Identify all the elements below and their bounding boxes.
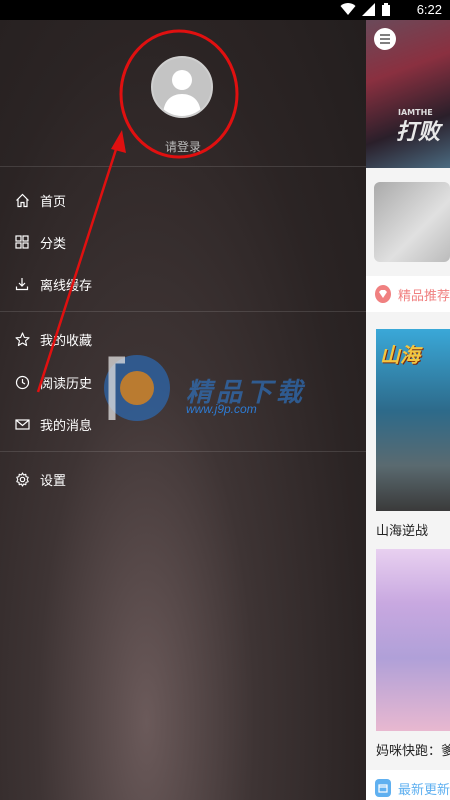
menu-item-settings[interactable]: 设置 (14, 467, 66, 491)
divider (0, 166, 366, 167)
menu-label: 离线缓存 (40, 278, 93, 294)
login-link[interactable]: 请登录 (0, 138, 366, 155)
battery-icon (382, 3, 390, 16)
clock: 6:22 (416, 2, 442, 17)
signal-icon (362, 3, 375, 16)
divider (0, 451, 366, 452)
menu-label: 我的消息 (40, 418, 93, 434)
menu-item-history[interactable]: 阅读历史 (14, 370, 92, 394)
mail-icon (14, 416, 30, 432)
menu-button[interactable] (374, 28, 396, 50)
comic-title[interactable]: 妈咪快跑：爹 (376, 740, 450, 759)
menu-label: 分类 (40, 236, 67, 252)
divider (0, 311, 366, 312)
menu-item-messages[interactable]: 我的消息 (14, 412, 92, 436)
watermark-url: www.j9p.com (186, 402, 257, 416)
menu-icon (380, 34, 390, 44)
menu-label: 首页 (40, 194, 67, 210)
section-title: 精品推荐 (397, 288, 450, 304)
grid-icon (14, 234, 30, 250)
menu-item-offline-cache[interactable]: 离线缓存 (14, 272, 92, 296)
comic-cover[interactable] (376, 549, 450, 731)
status-icons (340, 3, 390, 16)
status-bar: 6:22 (0, 0, 450, 20)
section-featured: 精品推荐 (366, 276, 450, 312)
main-content: IAMTHE 打败 精品推荐 山海 山海逆战 妈咪快跑：爹 最新更新 (366, 20, 450, 800)
watermark-logo-icon (95, 340, 185, 434)
wifi-icon (340, 3, 356, 16)
menu-item-home[interactable]: 首页 (14, 188, 66, 212)
gear-icon (14, 471, 30, 487)
banner-card[interactable] (374, 182, 450, 262)
clock-icon (14, 374, 30, 390)
banner-title: 打败 (396, 120, 441, 145)
menu-label: 设置 (40, 473, 67, 489)
menu-item-favorites[interactable]: 我的收藏 (14, 327, 92, 351)
user-silhouette-icon (163, 70, 201, 116)
section-title: 最新更新 (397, 782, 450, 798)
menu-label: 阅读历史 (40, 376, 93, 392)
comic-logo: 山海 (380, 343, 420, 367)
menu-label: 我的收藏 (40, 333, 93, 349)
menu-item-category[interactable]: 分类 (14, 230, 66, 254)
section-latest: 最新更新 (366, 770, 450, 800)
star-icon (14, 331, 30, 347)
comic-cover[interactable]: 山海 (376, 329, 450, 511)
calendar-icon (375, 779, 391, 797)
download-icon (14, 276, 30, 292)
home-icon (14, 192, 30, 208)
diamond-icon (375, 285, 391, 303)
comic-title[interactable]: 山海逆战 (376, 520, 428, 539)
avatar[interactable] (151, 56, 213, 118)
